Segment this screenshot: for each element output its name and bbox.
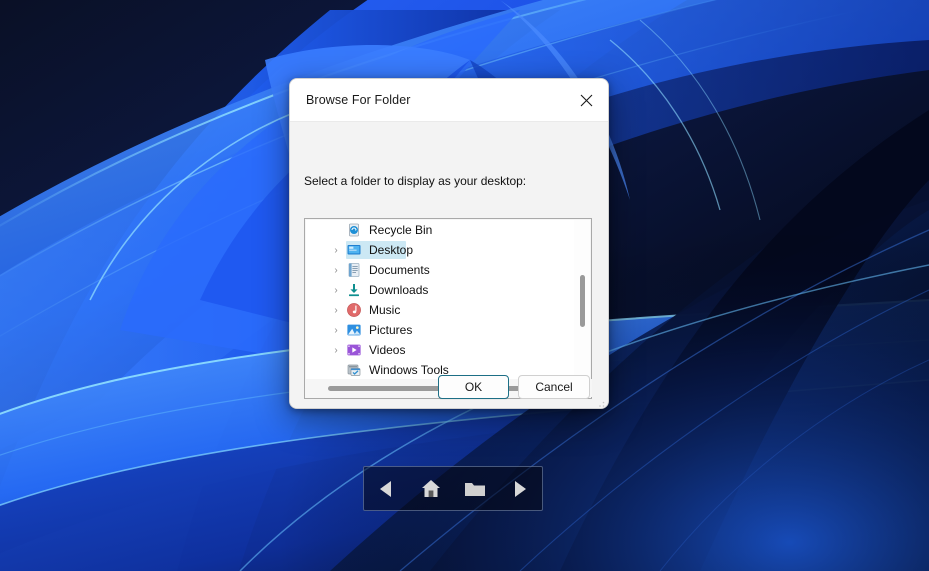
tree-item-desktop[interactable]: › Desktop	[306, 240, 576, 260]
back-icon[interactable]	[368, 471, 404, 507]
tree-item-recycle-bin[interactable]: Recycle Bin	[306, 220, 576, 240]
tree-item-downloads[interactable]: › Downloads	[306, 280, 576, 300]
tree-item-label: Windows Tools	[369, 363, 449, 377]
desktop-background[interactable]: Browse For Folder Select a folder to dis…	[0, 0, 929, 571]
chevron-right-icon[interactable]: ›	[330, 280, 342, 300]
tree-item-label: Pictures	[369, 323, 413, 337]
chevron-right-icon[interactable]: ›	[330, 300, 342, 320]
tree-item-label: Recycle Bin	[369, 223, 433, 237]
chevron-right-icon[interactable]: ›	[330, 260, 342, 280]
tree-vertical-scrollbar-thumb[interactable]	[580, 275, 585, 327]
tree-item-music[interactable]: › Music	[306, 300, 576, 320]
dialog-title: Browse For Folder	[306, 93, 411, 107]
tree-vertical-scrollbar[interactable]	[574, 220, 590, 380]
tree-item-label: Music	[369, 303, 401, 317]
folder-tree[interactable]: Recycle Bin › Desktop › Documents › Down…	[306, 220, 576, 380]
chevron-right-icon[interactable]: ›	[330, 320, 342, 340]
tree-item-label: Videos	[369, 343, 406, 357]
downloads-icon	[346, 282, 362, 298]
cancel-button[interactable]: Cancel	[518, 375, 590, 399]
forward-icon[interactable]	[502, 471, 538, 507]
chevron-right-icon[interactable]: ›	[330, 240, 342, 260]
tree-item-videos[interactable]: › Videos	[306, 340, 576, 360]
pictures-icon	[346, 322, 362, 338]
videos-icon	[346, 342, 362, 358]
close-icon[interactable]	[564, 79, 608, 121]
home-icon[interactable]	[413, 471, 449, 507]
tree-item-pictures[interactable]: › Pictures	[306, 320, 576, 340]
tree-item-label: Desktop	[369, 243, 414, 257]
recycle-bin-icon	[346, 222, 362, 238]
dialog-titlebar[interactable]: Browse For Folder	[290, 79, 608, 122]
desktop-icon	[346, 242, 362, 258]
folder-tree-container: Recycle Bin › Desktop › Documents › Down…	[304, 218, 592, 399]
navigation-bar	[363, 466, 543, 511]
dialog-prompt: Select a folder to display as your deskt…	[304, 174, 527, 188]
recents-icon[interactable]	[457, 471, 493, 507]
documents-icon	[346, 262, 362, 278]
tree-item-label: Downloads	[369, 283, 429, 297]
music-icon	[346, 302, 362, 318]
browse-for-folder-dialog: Browse For Folder Select a folder to dis…	[289, 78, 609, 409]
chevron-right-icon[interactable]: ›	[330, 340, 342, 360]
tree-item-label: Documents	[369, 263, 430, 277]
tree-item-documents[interactable]: › Documents	[306, 260, 576, 280]
dialog-body: Select a folder to display as your deskt…	[290, 122, 608, 408]
windows-tools-icon	[346, 362, 362, 378]
tree-horizontal-scrollbar-thumb[interactable]	[328, 386, 543, 391]
resize-grip-icon[interactable]	[595, 398, 605, 408]
